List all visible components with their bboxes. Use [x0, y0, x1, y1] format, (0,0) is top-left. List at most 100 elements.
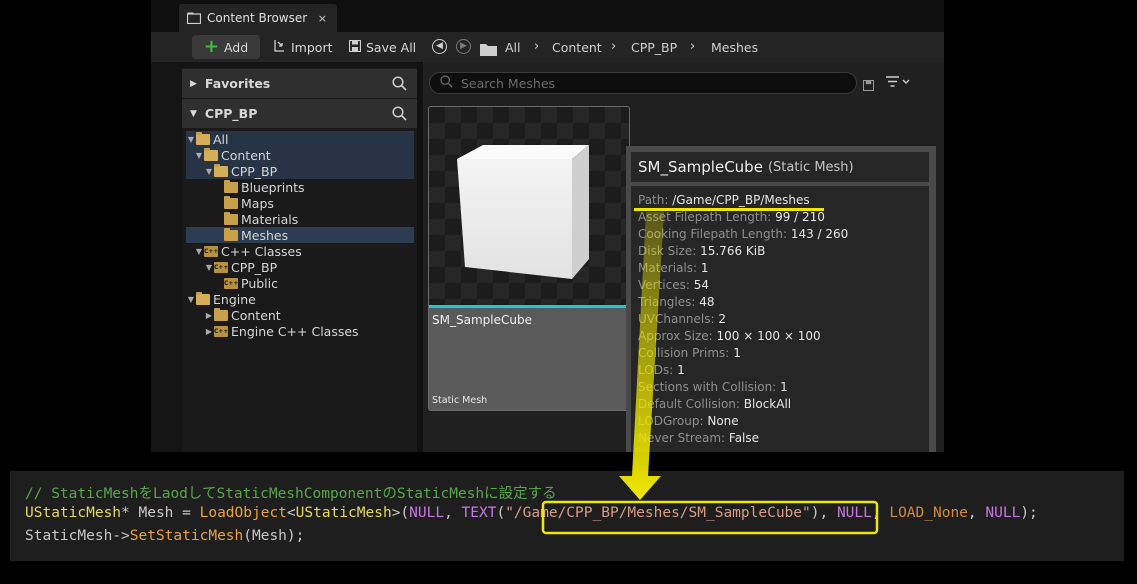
code-block: // StaticMeshをLaodしてStaticMeshComponentの…: [10, 471, 1124, 561]
code-token: * Mesh =: [121, 505, 200, 521]
asset-tile[interactable]: SM_SampleCube Static Mesh: [428, 106, 630, 411]
selection-line: [429, 305, 629, 308]
tree-item-materials[interactable]: Materials: [186, 211, 414, 227]
tab-content-browser[interactable]: Content Browser ×: [179, 4, 337, 32]
favorites-label: Favorites: [204, 76, 271, 91]
folder-open-icon: [196, 291, 210, 305]
tooltip-row: Sections with Collision: 1: [638, 380, 929, 397]
tree-item-public[interactable]: C++ Public: [186, 275, 414, 291]
tooltip-key: Materials:: [638, 261, 698, 275]
tooltip-value: 15.766 KiB: [700, 244, 766, 258]
tooltip-key: Approx Size:: [638, 329, 713, 343]
tooltip-key: Disk Size:: [638, 244, 697, 258]
tooltip-value: False: [728, 431, 760, 445]
tree-item-blueprints[interactable]: Blueprints: [186, 179, 414, 195]
tooltip-value: 1: [677, 363, 685, 377]
plus-icon: +: [203, 36, 219, 57]
code-token: >(: [391, 505, 410, 521]
expand-arrow-icon[interactable]: ▼: [194, 151, 204, 160]
tree-item-engine-content[interactable]: ▶ Content: [186, 307, 414, 323]
tree-item-maps[interactable]: Maps: [186, 195, 414, 211]
tree-item-label: Content: [221, 147, 271, 163]
tooltip-row: Approx Size: 100 × 100 × 100: [638, 329, 929, 346]
save-all-button[interactable]: Save All: [348, 35, 416, 59]
code-token: UStaticMesh: [295, 505, 392, 521]
close-icon[interactable]: ×: [318, 12, 327, 25]
expand-arrow-icon[interactable]: ▼: [194, 247, 204, 256]
code-line-load-object: UStaticMesh* Mesh = LoadObject<UStaticMe…: [25, 505, 1038, 521]
expand-arrow-icon[interactable]: ▼: [186, 295, 196, 304]
content-browser-window: Content Browser × + Add Import Save All …: [151, 0, 944, 452]
collapse-arrow-icon[interactable]: ▶: [204, 327, 214, 336]
code-token: TEXT: [461, 505, 497, 521]
tree-item-engine-cpp-classes[interactable]: ▶ C++ Engine C++ Classes: [186, 323, 414, 339]
tree-item-all[interactable]: ▼ All: [186, 131, 414, 147]
search-icon[interactable]: [392, 76, 407, 94]
expand-arrow-icon[interactable]: ▼: [186, 135, 196, 144]
favorites-header[interactable]: ▶ Favorites: [182, 69, 417, 98]
code-token: StaticMesh->: [25, 528, 130, 544]
filter-icon[interactable]: [885, 75, 911, 92]
tree-item-label: Public: [241, 275, 278, 291]
save-search-icon[interactable]: [862, 76, 875, 95]
tooltip-value: 2: [718, 312, 727, 326]
tooltip-row: LODGroup: None: [638, 414, 929, 431]
tree-item-content[interactable]: ▼ Content: [186, 147, 414, 163]
search-placeholder: Search Meshes: [461, 75, 556, 91]
collapse-arrow-icon[interactable]: ▶: [204, 311, 214, 320]
tooltip-row: UVChannels: 2: [638, 312, 929, 329]
code-token: ,: [444, 505, 462, 521]
tree-item-label: Materials: [241, 211, 299, 227]
tooltip-key: Vertices:: [638, 278, 690, 292]
sources-panel: ▶ Favorites ▼ CPP_BP ▼ All ▼ Content ▼ C…: [182, 68, 417, 452]
code-token: ),: [810, 505, 837, 521]
cpp-folder-icon: C++: [204, 245, 219, 257]
expand-arrow-icon[interactable]: ▼: [204, 263, 214, 272]
tooltip-key: LODGroup:: [638, 414, 704, 428]
tooltip-key: Collision Prims:: [638, 346, 730, 360]
tooltip-row: Vertices: 54: [638, 278, 929, 295]
code-token: ,: [871, 505, 890, 521]
breadcrumb-meshes[interactable]: Meshes: [711, 40, 758, 55]
import-label: Import: [291, 39, 333, 55]
tooltip-value: 1: [733, 346, 741, 360]
path-view-header[interactable]: ▼ CPP_BP: [182, 99, 417, 128]
add-button[interactable]: + Add: [192, 35, 260, 59]
tree-item-cpp-classes[interactable]: ▼ C++ C++ Classes: [186, 243, 414, 259]
tab-label: Content Browser: [207, 11, 308, 25]
tooltip-key: Asset Filepath Length:: [638, 210, 772, 224]
tree-item-cpp-bp-classes[interactable]: ▼ C++ CPP_BP: [186, 259, 414, 275]
save-icon: [348, 39, 362, 55]
tree-item-engine[interactable]: ▼ Engine: [186, 291, 414, 307]
search-icon[interactable]: [392, 106, 407, 124]
tree-item-label: All: [213, 131, 229, 147]
breadcrumb-content[interactable]: Content: [552, 40, 602, 55]
import-button[interactable]: Import: [273, 35, 333, 59]
code-token: UStaticMesh: [25, 505, 122, 521]
folder-open-icon: [196, 131, 210, 145]
breadcrumb-all[interactable]: All: [505, 40, 521, 55]
tree-item-meshes[interactable]: Meshes: [186, 227, 414, 243]
asset-thumbnail: [429, 107, 629, 305]
tree-item-label: Content: [231, 307, 281, 323]
expand-arrow-icon[interactable]: ▼: [204, 167, 214, 176]
folder-icon[interactable]: [480, 41, 497, 60]
breadcrumb-cpp-bp[interactable]: CPP_BP: [631, 40, 677, 55]
chevron-right-icon: ›: [534, 39, 540, 54]
code-token: NULL: [985, 505, 1021, 521]
tree-item-cpp-bp[interactable]: ▼ CPP_BP: [186, 163, 414, 179]
back-arrow-icon[interactable]: ◀: [432, 39, 447, 54]
cpp-folder-icon: C++: [214, 325, 229, 337]
tooltip-row-path: Path: /Game/CPP_BP/Meshes: [638, 193, 929, 210]
cpp-folder-icon: C++: [214, 261, 229, 273]
folder-open-icon: [204, 147, 218, 161]
tooltip-key: LODs:: [638, 363, 674, 377]
tree-item-label: Maps: [241, 195, 274, 211]
add-label: Add: [223, 39, 249, 55]
tooltip-value: None: [707, 414, 739, 428]
code-token: NULL: [409, 505, 445, 521]
search-input[interactable]: Search Meshes: [429, 72, 857, 94]
tooltip-value: 143 / 260: [790, 227, 849, 241]
forward-arrow-icon[interactable]: ▶: [456, 39, 471, 54]
cube-icon: [457, 145, 589, 279]
